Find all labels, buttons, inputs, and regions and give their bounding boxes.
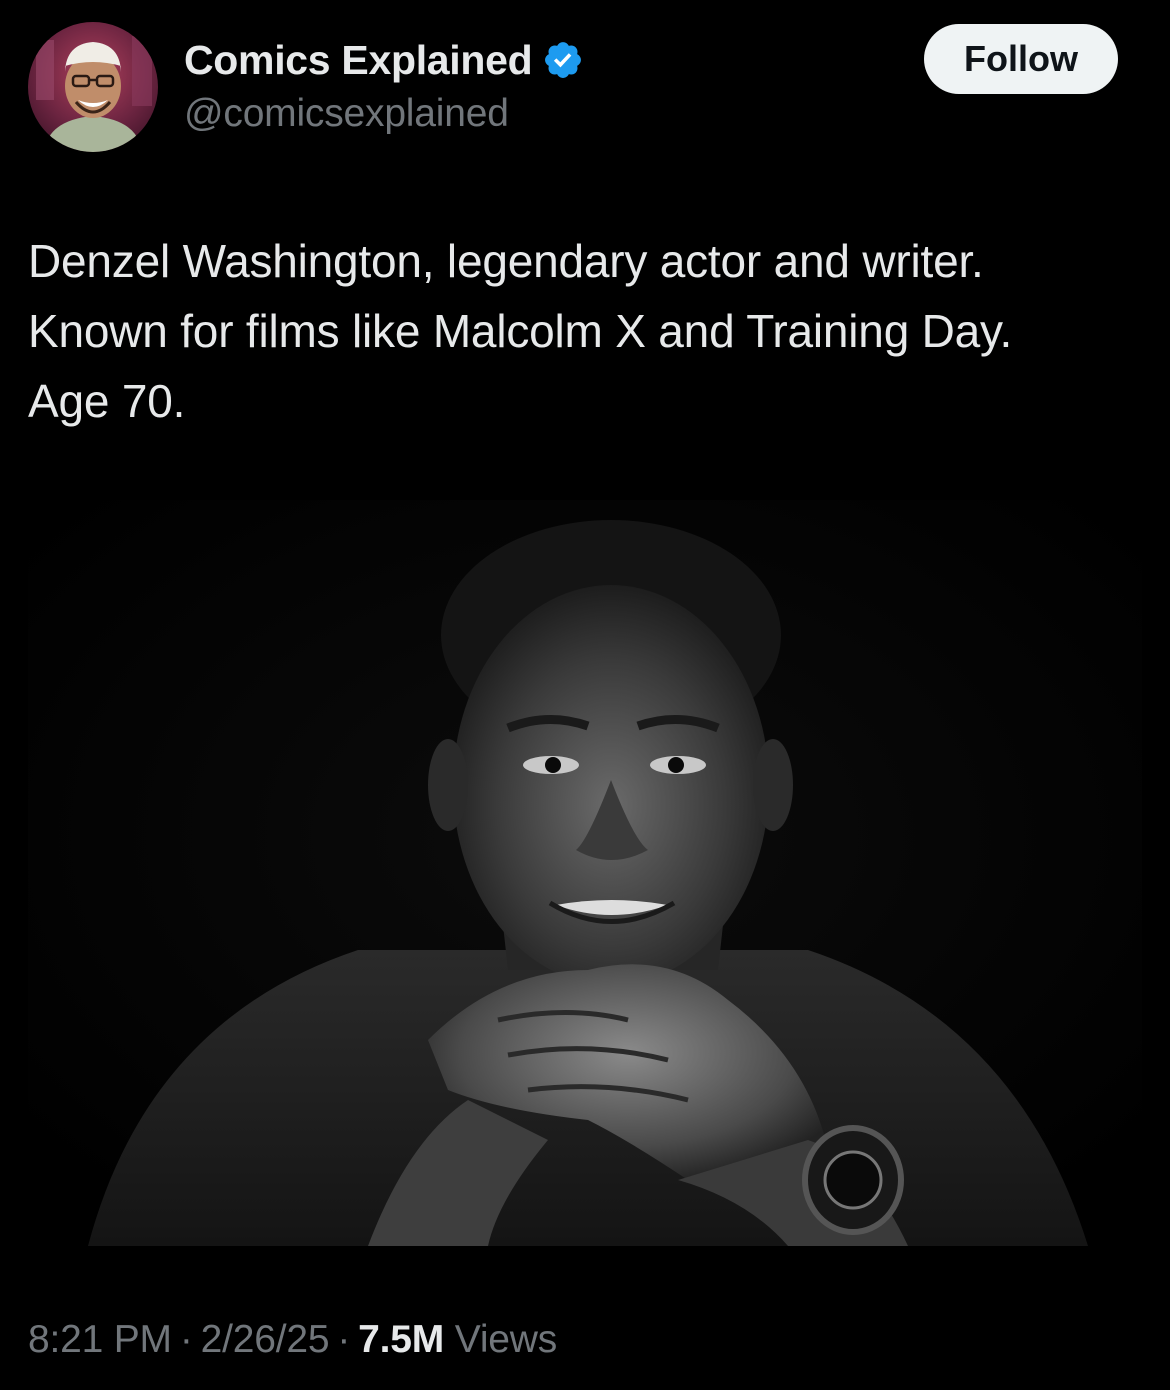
meta-separator: · [337,1318,351,1361]
verified-badge-icon[interactable] [542,39,584,81]
tweet-header: Comics Explained @comicsexplained Follow [0,0,1170,170]
display-name[interactable]: Comics Explained [184,37,533,84]
views-label[interactable]: Views [455,1318,558,1361]
tweet-time[interactable]: 8:21 PM [28,1318,172,1361]
display-name-row: Comics Explained [184,34,584,86]
follow-button[interactable]: Follow [924,24,1118,94]
tweet-meta: 8:21 PM · 2/26/25 · 7.5M Views [28,1318,557,1362]
tweet-text: Denzel Washington, legendary actor and w… [28,235,1013,427]
tweet-date[interactable]: 2/26/25 [201,1318,330,1361]
avatar[interactable] [28,22,158,152]
portrait-photo [28,500,1142,1246]
meta-separator: · [179,1318,193,1361]
author-handle[interactable]: @comicsexplained [184,92,584,136]
views-count[interactable]: 7.5M [358,1318,444,1361]
author-names: Comics Explained @comicsexplained [184,34,584,136]
tweet-photo[interactable] [28,500,1142,1246]
